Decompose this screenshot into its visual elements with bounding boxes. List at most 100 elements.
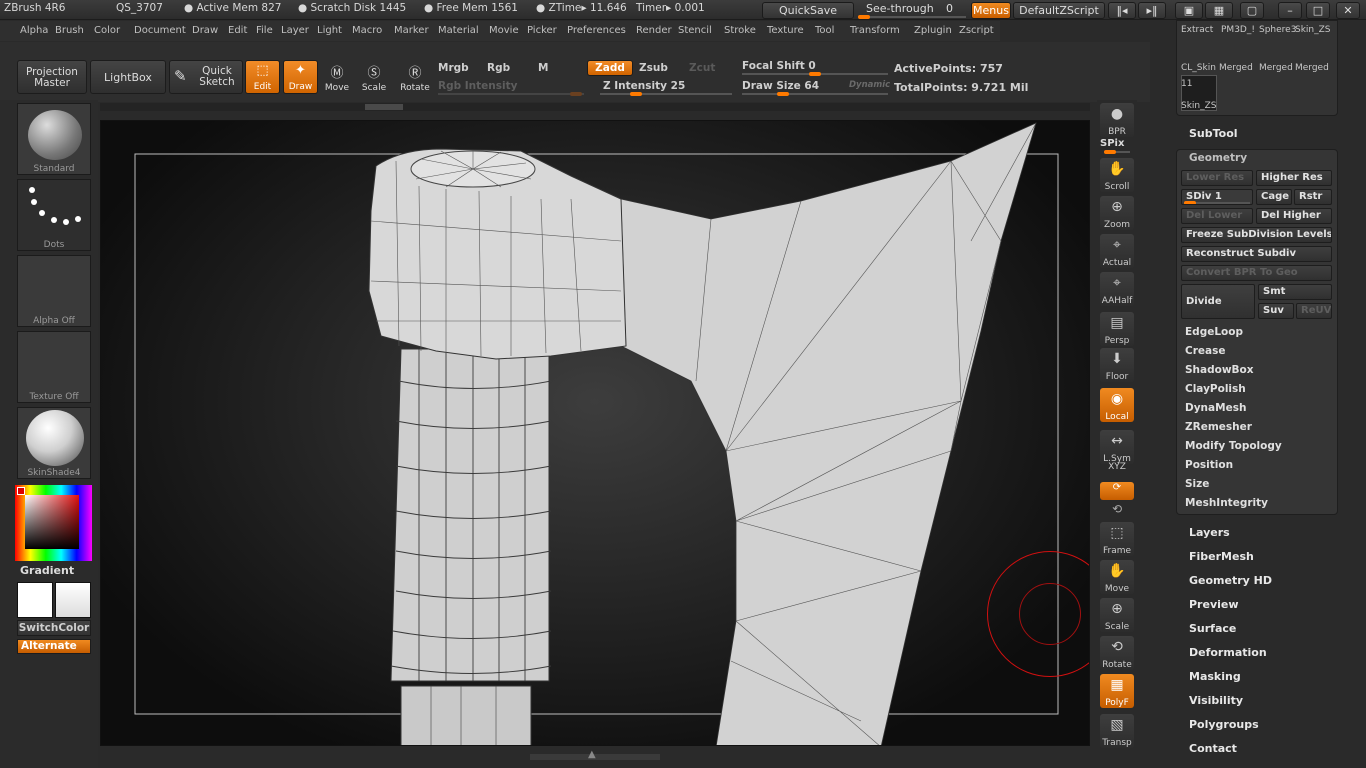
- menu-light[interactable]: Light: [317, 25, 342, 36]
- section-polygroups[interactable]: Polygroups: [1189, 718, 1259, 731]
- move-button[interactable]: ✋ Move: [1100, 560, 1134, 594]
- spix-slider[interactable]: SPix: [1100, 138, 1134, 154]
- geometry-dynamesh[interactable]: DynaMesh: [1185, 402, 1246, 414]
- subtool-section[interactable]: SubTool: [1189, 127, 1238, 140]
- smt-toggle[interactable]: Smt: [1258, 284, 1332, 300]
- close-icon[interactable]: ✕: [1336, 2, 1360, 19]
- menus-button[interactable]: Menus: [971, 2, 1011, 19]
- lock-icon[interactable]: ▢: [1240, 2, 1264, 19]
- material-thumbnail[interactable]: SkinShade4: [17, 407, 91, 479]
- frame-button[interactable]: ⬚ Frame: [1100, 522, 1134, 556]
- section-surface[interactable]: Surface: [1189, 622, 1236, 635]
- subtool-thumb-label[interactable]: Extract: [1181, 25, 1213, 35]
- menu-edit[interactable]: Edit: [228, 25, 247, 36]
- menu-alpha[interactable]: Alpha: [20, 25, 48, 36]
- cage-button[interactable]: Cage: [1256, 189, 1292, 205]
- rgb-intensity-slider[interactable]: [438, 92, 584, 96]
- section-contact[interactable]: Contact: [1189, 742, 1237, 755]
- gradient-label[interactable]: Gradient: [20, 564, 74, 577]
- divide-button[interactable]: Divide: [1181, 284, 1255, 319]
- menu-layer[interactable]: Layer: [281, 25, 309, 36]
- section-masking[interactable]: Masking: [1189, 670, 1241, 683]
- lower-res-button[interactable]: Lower Res: [1181, 170, 1253, 186]
- section-fibermesh[interactable]: FiberMesh: [1189, 550, 1254, 563]
- scale-button[interactable]: Ⓢ Scale: [358, 60, 390, 94]
- freeze-subdivision-button[interactable]: Freeze SubDivision Levels: [1181, 227, 1332, 243]
- doc-scroll-thumb[interactable]: [365, 104, 403, 110]
- menu-stroke[interactable]: Stroke: [724, 25, 756, 36]
- menu-marker[interactable]: Marker: [394, 25, 429, 36]
- xyz-toggle-icon[interactable]: ⟳: [1100, 482, 1134, 500]
- quicksave-button[interactable]: QuickSave: [762, 2, 854, 19]
- secondary-color-swatch[interactable]: [55, 582, 91, 618]
- menu-file[interactable]: File: [256, 25, 273, 36]
- geometry-meshintegrity[interactable]: MeshIntegrity: [1185, 497, 1268, 509]
- geometry-modify-topology[interactable]: Modify Topology: [1185, 440, 1282, 452]
- convert-bpr-button[interactable]: Convert BPR To Geo: [1181, 265, 1332, 281]
- layout-icon[interactable]: ▣: [1175, 2, 1203, 19]
- subtool-thumb-label[interactable]: PM3D_!: [1221, 25, 1255, 35]
- local-button[interactable]: ◉ Local: [1100, 388, 1134, 422]
- subtool-thumb-label[interactable]: Merged: [1259, 63, 1293, 73]
- reuv-button[interactable]: ReUV: [1296, 303, 1332, 319]
- edit-button[interactable]: ⬚ Edit: [245, 60, 280, 94]
- draw-size-slider[interactable]: [742, 92, 888, 96]
- sdiv-slider[interactable]: SDiv 1: [1181, 189, 1253, 205]
- suv-toggle[interactable]: Suv: [1258, 303, 1294, 319]
- menu-render[interactable]: Render: [636, 25, 672, 36]
- del-lower-button[interactable]: Del Lower: [1181, 208, 1253, 224]
- move-button[interactable]: Ⓜ Move: [321, 60, 353, 94]
- menu-transform[interactable]: Transform: [850, 25, 900, 36]
- menu-document[interactable]: Document: [134, 25, 186, 36]
- color-picker[interactable]: [15, 485, 92, 561]
- tray-toggle-icon[interactable]: ‖◂: [1108, 2, 1136, 19]
- scroll-button[interactable]: ✋ Scroll: [1100, 158, 1134, 192]
- color-picker-square[interactable]: [25, 495, 79, 549]
- restore-icon[interactable]: □: [1306, 2, 1330, 19]
- menu-zplugin[interactable]: Zplugin: [914, 25, 952, 36]
- menu-brush[interactable]: Brush: [55, 25, 84, 36]
- z-rotate-icon[interactable]: ⟲: [1100, 502, 1134, 518]
- rstr-button[interactable]: Rstr: [1294, 189, 1332, 205]
- aahalf-button[interactable]: ⌖ AAHalf: [1100, 272, 1134, 306]
- menu-preferences[interactable]: Preferences: [567, 25, 626, 36]
- rotate-button[interactable]: Ⓡ Rotate: [398, 60, 432, 94]
- menu-draw[interactable]: Draw: [192, 25, 218, 36]
- default-zscript-button[interactable]: DefaultZScript: [1013, 2, 1105, 19]
- primary-color-swatch[interactable]: [17, 582, 53, 618]
- scale-button[interactable]: ⊕ Scale: [1100, 598, 1134, 632]
- rgb-toggle[interactable]: Rgb: [487, 62, 510, 74]
- alternate-button[interactable]: Alternate: [17, 639, 91, 654]
- polyf-button[interactable]: ▦ PolyF: [1100, 674, 1134, 708]
- focal-shift-slider[interactable]: [742, 72, 888, 76]
- higher-res-button[interactable]: Higher Res: [1256, 170, 1332, 186]
- zadd-toggle[interactable]: Zadd: [587, 60, 633, 76]
- main-color-swatch[interactable]: [17, 487, 25, 495]
- draw-button[interactable]: ✦ Draw: [283, 60, 318, 94]
- subtool-thumb-label[interactable]: Merged: [1219, 63, 1253, 73]
- xyz-button[interactable]: XYZ: [1100, 462, 1134, 480]
- subtool-thumb-label[interactable]: 11: [1181, 79, 1192, 89]
- transp-button[interactable]: ▧ Transp: [1100, 714, 1134, 748]
- geometry-shadowbox[interactable]: ShadowBox: [1185, 364, 1254, 376]
- menu-tool[interactable]: Tool: [815, 25, 834, 36]
- bpr-button[interactable]: ● BPR: [1100, 103, 1134, 137]
- zoom-button[interactable]: ⊕ Zoom: [1100, 196, 1134, 230]
- brush-thumbnail[interactable]: Standard: [17, 103, 91, 175]
- geometry-edgeloop[interactable]: EdgeLoop: [1185, 326, 1243, 338]
- projection-master-button[interactable]: Projection Master: [17, 60, 87, 94]
- reconstruct-subdiv-button[interactable]: Reconstruct Subdiv: [1181, 246, 1332, 262]
- tray-toggle-right-icon[interactable]: ▸‖: [1138, 2, 1166, 19]
- menu-texture[interactable]: Texture: [767, 25, 804, 36]
- zcut-toggle[interactable]: Zcut: [689, 62, 715, 74]
- quick-sketch-button[interactable]: ✎ Quick Sketch: [169, 60, 243, 94]
- subtool-thumb-label[interactable]: Skin_ZS: [1295, 25, 1331, 35]
- section-visibility[interactable]: Visibility: [1189, 694, 1243, 707]
- subtool-thumb-label[interactable]: Merged: [1295, 63, 1329, 73]
- switchcolor-button[interactable]: SwitchColor: [17, 620, 91, 636]
- canvas-viewport[interactable]: [100, 120, 1090, 746]
- subtool-thumb-label[interactable]: Sphere3: [1259, 25, 1296, 35]
- geometry-header[interactable]: Geometry: [1189, 152, 1247, 164]
- subtool-thumb-label[interactable]: CL_Skin: [1181, 63, 1216, 73]
- geometry-position[interactable]: Position: [1185, 459, 1233, 471]
